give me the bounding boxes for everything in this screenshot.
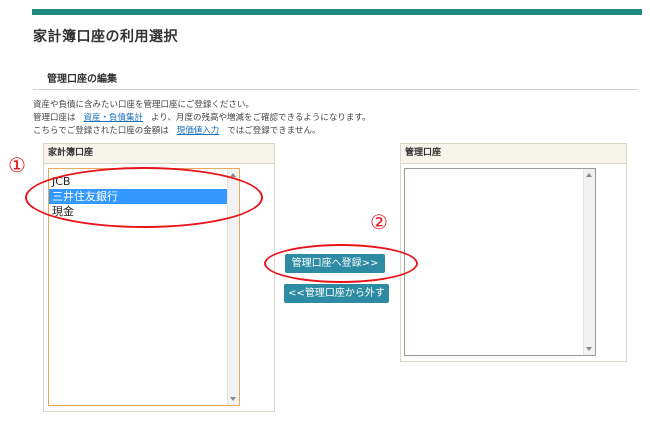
managed-accounts-listbox[interactable]	[404, 168, 596, 356]
description-text: 管理口座は	[33, 113, 76, 123]
description-text: こちらでご登録された口座の金額は	[33, 126, 169, 136]
household-accounts-header: 家計簿口座	[44, 144, 274, 164]
assets-liabilities-link[interactable]: 資産・負債集計	[84, 113, 144, 123]
description-line-2: 管理口座は 資産・負債集計 より、月度の残高や増減をご確認できるようになります。	[33, 111, 371, 123]
scroll-down-icon[interactable]	[230, 397, 236, 401]
scroll-up-icon[interactable]	[586, 173, 592, 177]
managed-accounts-panel: 管理口座	[400, 143, 627, 362]
description-text: ではご登録できません。	[227, 126, 321, 136]
description-line-3: こちらでご登録された口座の金額は 現価値入力 ではご登録できません。	[33, 124, 321, 136]
scroll-down-icon[interactable]	[586, 347, 592, 351]
current-value-input-link[interactable]: 現価値入力	[177, 126, 220, 136]
annotation-ring-listbox	[25, 167, 263, 228]
section-divider	[33, 89, 638, 90]
annotation-marker-1: ①	[8, 153, 26, 177]
description-text: より、月度の残高や増減をご確認できるようになります。	[151, 113, 371, 123]
annotation-marker-2: ②	[370, 210, 388, 234]
annotation-ring-button	[264, 244, 418, 283]
page-title: 家計簿口座の利用選択	[33, 29, 178, 45]
description-line-1: 資産や負債に含みたい口座を管理口座にご登録ください。	[33, 100, 254, 110]
remove-from-managed-button[interactable]: <<管理口座から外す	[284, 284, 389, 303]
section-title: 管理口座の編集	[47, 74, 117, 85]
listbox-scrollbar[interactable]	[583, 169, 595, 355]
managed-accounts-header: 管理口座	[401, 144, 626, 164]
header-accent-bar	[32, 9, 642, 15]
